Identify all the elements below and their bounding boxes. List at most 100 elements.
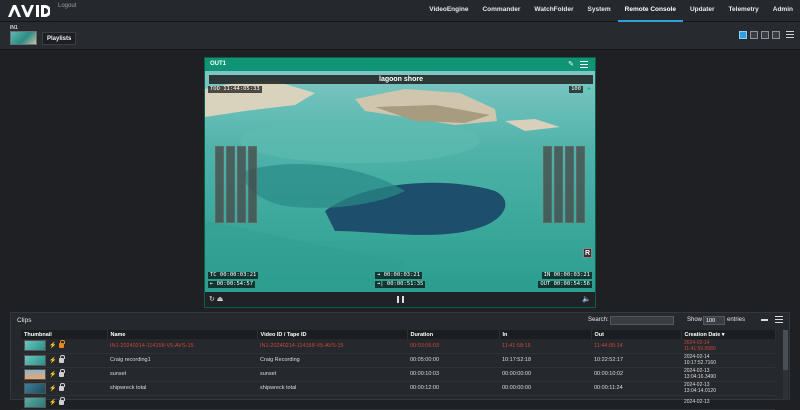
clip-out: 10:22:52:17: [591, 353, 681, 368]
playlists-button[interactable]: Playlists: [42, 32, 77, 45]
nav-videoengine[interactable]: VideoEngine: [422, 0, 475, 22]
clips-table: Thumbnail Name Video ID / Tape ID Durati…: [21, 330, 776, 410]
loop-icon[interactable]: ↻ ⏏: [209, 295, 223, 303]
clip-date: 2024-02-13 13:04:14.0120: [681, 381, 775, 396]
player-controls: ↻ ⏏ 🔈: [205, 292, 595, 307]
grid-view-icon[interactable]: [750, 31, 758, 39]
record-badge: R: [583, 248, 592, 258]
nav-watchfolder[interactable]: WatchFolder: [527, 0, 580, 22]
nav-system[interactable]: System: [581, 0, 618, 22]
col-out[interactable]: Out: [591, 330, 682, 339]
output-label: OUT1: [210, 61, 227, 67]
clip-video-id: IN1-20240214-114158-V5-AVS-15: [257, 339, 407, 354]
lock-icon[interactable]: [59, 396, 66, 405]
clip-title: lagoon shore: [209, 75, 593, 84]
lock-icon[interactable]: [59, 340, 66, 349]
clip-in: 11:41:58:15: [499, 339, 591, 354]
output-player: OUT1 ✎ lagoon shore TOD 11:44:05:33 100 …: [204, 57, 596, 308]
clip-out: 11:44:05:14: [591, 339, 681, 354]
table-row[interactable]: ⚡ Craig recording1 Craig Recording 00:05…: [21, 353, 775, 368]
clip-name: IN1-20240214-114158-V5-AVS-15: [107, 339, 257, 354]
col-creation-date[interactable]: Creation Date ▾: [681, 330, 776, 339]
bolt-icon: ⚡: [49, 371, 57, 378]
in-point-readout: ⇥ 00:00:03:21: [375, 272, 423, 279]
table-row[interactable]: ⚡ sunset sunset 00:00:10:03 00:00:00:00 …: [21, 367, 775, 382]
scroll-thumb[interactable]: [783, 330, 788, 370]
nav-commander[interactable]: Commander: [475, 0, 527, 22]
tc-readout: TC 00:00:03:21: [208, 272, 259, 279]
video-preview: lagoon shore TOD 11:44:05:33 100 ▶ R TC …: [205, 71, 595, 292]
clip-duration: 00:00:10:03: [407, 367, 499, 382]
play-indicator-icon: ▶: [587, 86, 591, 92]
main-nav: VideoEngine Commander WatchFolder System…: [422, 0, 800, 22]
logout-link[interactable]: Logout: [58, 3, 76, 9]
clip-thumbnail: [24, 340, 46, 352]
nav-admin[interactable]: Admin: [766, 0, 800, 22]
pause-icon[interactable]: [397, 296, 404, 303]
nav-remote-console[interactable]: Remote Console: [617, 0, 683, 22]
player-header: OUT1 ✎: [205, 58, 595, 71]
out-tc-readout: OUT 00:00:54:56: [538, 281, 592, 288]
clip-name: [107, 395, 257, 410]
col-duration[interactable]: Duration: [407, 330, 500, 339]
clip-name: Craig recording1: [107, 353, 257, 368]
clip-duration: 00:03:06:03: [407, 339, 499, 354]
minimize-icon[interactable]: [761, 319, 768, 321]
audio-meter-right: [543, 146, 585, 223]
clip-video-id: sunset: [257, 367, 407, 382]
show-label: Show: [687, 317, 703, 323]
clip-thumbnail: [24, 396, 46, 408]
clip-in: [499, 395, 591, 410]
search-input[interactable]: [610, 316, 674, 325]
volume-icon[interactable]: 🔈: [582, 295, 591, 303]
quad-view-icon[interactable]: [761, 31, 769, 39]
nav-telemetry[interactable]: Telemetry: [722, 0, 766, 22]
remaining-readout: ⇤ 00:00:54:57: [208, 281, 256, 288]
col-name[interactable]: Name: [107, 330, 258, 339]
clip-video-id: [257, 395, 407, 410]
clip-thumbnail: [24, 354, 46, 366]
lock-icon[interactable]: [59, 354, 66, 363]
col-thumbnail[interactable]: Thumbnail: [21, 330, 108, 339]
lock-icon[interactable]: [59, 382, 66, 391]
lock-icon[interactable]: [59, 368, 66, 377]
clips-menu-icon[interactable]: [775, 316, 783, 323]
clip-duration: [407, 395, 499, 410]
entries-select[interactable]: 100: [703, 316, 725, 325]
channel-thumbnail[interactable]: [10, 31, 37, 45]
clip-in: 00:00:00:00: [499, 381, 591, 396]
table-row[interactable]: ⚡ shipwreck total shipwreck total 00:00:…: [21, 381, 775, 396]
clip-in: 10:17:52:18: [499, 353, 591, 368]
clip-in: 00:00:00:00: [499, 367, 591, 382]
col-video-id[interactable]: Video ID / Tape ID: [257, 330, 408, 339]
clip-out: 00:00:10:02: [591, 367, 681, 382]
menu-icon[interactable]: [786, 31, 794, 38]
clips-scrollbar[interactable]: [783, 330, 788, 400]
in-tc-readout: IN 00:00:03:21: [541, 272, 592, 279]
clip-duration: 00:00:12:00: [407, 381, 499, 396]
table-row[interactable]: ⚡ 2024-02-13: [21, 395, 775, 410]
single-view-icon[interactable]: [739, 31, 747, 39]
list-view-icon[interactable]: [772, 31, 780, 39]
clip-name: shipwreck total: [107, 381, 257, 396]
player-menu-icon[interactable]: [580, 61, 588, 68]
clip-date: 2024-02-13: [681, 395, 775, 410]
audio-meter-left: [215, 146, 257, 223]
search-label: Search:: [588, 317, 609, 323]
clip-duration: 00:05:00:00: [407, 353, 499, 368]
clip-thumbnail: [24, 368, 46, 380]
clips-panel: Clips Search: Show 100 entries Thumbnail…: [10, 312, 790, 410]
clip-name: sunset: [107, 367, 257, 382]
clip-out: [591, 395, 681, 410]
tod-readout: TOD 11:44:05:33: [208, 86, 262, 93]
clip-date: 2024-02-14 10:17:52.7160: [681, 353, 775, 368]
view-mode-toolbar: [739, 31, 794, 39]
bolt-icon: ⚡: [49, 385, 57, 392]
clip-video-id: shipwreck total: [257, 381, 407, 396]
clip-date: 2024-02-13 13:04:16.3490: [681, 367, 775, 382]
col-in[interactable]: In: [499, 330, 592, 339]
table-row[interactable]: ⚡ IN1-20240214-114158-V5-AVS-15 IN1-2024…: [21, 339, 775, 354]
entries-label: entries: [727, 317, 746, 323]
wrench-icon[interactable]: ✎: [568, 61, 576, 69]
nav-updater[interactable]: Updater: [683, 0, 722, 22]
